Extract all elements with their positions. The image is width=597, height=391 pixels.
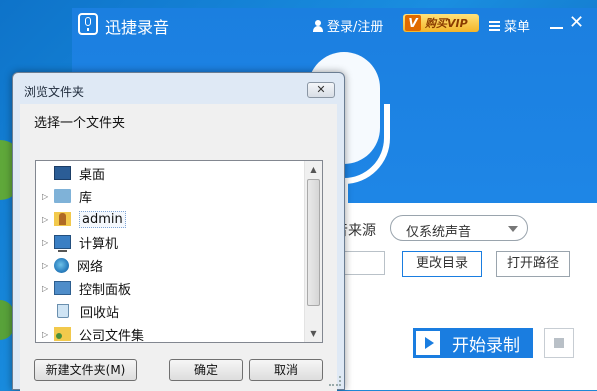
hamburger-menu-icon: [489, 20, 500, 31]
tree-item-label: 公司文件集: [79, 328, 145, 343]
recycle-bin-icon: [57, 304, 69, 318]
tree-item-label: 控制面板: [79, 282, 132, 298]
dialog-close-button[interactable]: ✕: [307, 82, 335, 98]
app-title: 迅捷录音: [105, 18, 170, 37]
dialog-prompt: 选择一个文件夹: [34, 116, 126, 131]
desktop-icon: [54, 166, 71, 180]
menu-label: 菜单: [504, 20, 531, 35]
sound-source-select[interactable]: 仅系统声音: [390, 215, 528, 241]
browse-folder-dialog: 浏览文件夹 ✕ 选择一个文件夹 桌面 ▷ 库 ▷ admin ▷ 计算机 ▷ 网…: [12, 72, 345, 391]
buy-vip-button[interactable]: V 购买VIP: [403, 14, 479, 32]
start-recording-button[interactable]: 开始录制: [413, 328, 533, 358]
folder-tree[interactable]: 桌面 ▷ 库 ▷ admin ▷ 计算机 ▷ 网络 ▷ 控制面板 回收站 ▷ 公…: [35, 160, 323, 343]
shared-folder-icon: [54, 327, 71, 341]
buy-vip-label: 购买VIP: [425, 17, 468, 30]
resize-grip-icon[interactable]: [329, 376, 341, 386]
user-icon: [313, 19, 323, 32]
change-directory-button[interactable]: 更改目录: [402, 251, 482, 277]
menu-button[interactable]: 菜单: [489, 16, 530, 35]
tree-item-label: admin: [79, 210, 126, 228]
expand-arrow-icon[interactable]: ▷: [42, 284, 52, 293]
dialog-body: 选择一个文件夹 桌面 ▷ 库 ▷ admin ▷ 计算机 ▷ 网络 ▷ 控制面板…: [20, 104, 337, 391]
tree-item-label: 桌面: [79, 167, 106, 183]
login-register-link[interactable]: 登录/注册: [313, 16, 383, 35]
expand-arrow-icon[interactable]: ▷: [42, 330, 52, 339]
expand-arrow-icon[interactable]: ▷: [42, 261, 52, 270]
play-icon: [416, 331, 440, 355]
scroll-down-arrow-icon[interactable]: ▼: [305, 325, 322, 342]
network-icon: [54, 257, 69, 273]
tree-item-admin[interactable]: ▷ admin: [36, 208, 126, 230]
library-folder-icon: [54, 189, 71, 203]
scroll-up-arrow-icon[interactable]: ▲: [305, 161, 322, 178]
tree-item-computer[interactable]: ▷ 计算机: [36, 231, 118, 253]
stop-button[interactable]: [544, 328, 574, 358]
expand-arrow-icon[interactable]: ▷: [42, 238, 52, 247]
ok-button[interactable]: 确定: [169, 359, 243, 381]
open-path-button[interactable]: 打开路径: [496, 251, 570, 277]
app-close-button[interactable]: ✕: [569, 14, 584, 32]
new-folder-button[interactable]: 新建文件夹(M): [34, 359, 137, 381]
computer-icon: [54, 235, 71, 252]
tree-item-company-files[interactable]: ▷ 公司文件集: [36, 323, 145, 343]
tree-item-label: 库: [79, 190, 93, 206]
tree-item-desktop[interactable]: 桌面: [36, 162, 105, 184]
tree-item-label: 计算机: [79, 236, 119, 252]
sound-source-value: 仅系统声音: [406, 225, 472, 240]
scrollbar-thumb[interactable]: [307, 179, 320, 306]
start-recording-label: 开始录制: [452, 335, 520, 356]
cancel-button[interactable]: 取消: [249, 359, 323, 381]
dialog-title: 浏览文件夹: [24, 85, 85, 99]
app-titlebar: 迅捷录音 登录/注册 V 购买VIP 菜单 ✕: [72, 8, 597, 40]
expand-arrow-icon[interactable]: ▷: [42, 192, 52, 201]
vip-badge-icon: V: [405, 15, 421, 31]
expand-arrow-icon[interactable]: ▷: [42, 215, 52, 224]
tree-item-recycle-bin[interactable]: 回收站: [36, 300, 119, 322]
login-register-label: 登录/注册: [327, 20, 384, 35]
microphone-logo-icon: [78, 13, 98, 35]
tree-item-label: 回收站: [80, 305, 120, 321]
tree-scrollbar[interactable]: ▲ ▼: [304, 161, 322, 342]
tree-item-label: 网络: [77, 259, 104, 275]
control-panel-icon: [54, 281, 71, 295]
tree-item-library[interactable]: ▷ 库: [36, 185, 92, 207]
tree-item-network[interactable]: ▷ 网络: [36, 254, 103, 276]
minimize-button[interactable]: [550, 16, 564, 32]
user-folder-icon: [54, 212, 71, 226]
tree-item-control-panel[interactable]: ▷ 控制面板: [36, 277, 131, 299]
dropdown-arrow-icon: [508, 226, 518, 232]
